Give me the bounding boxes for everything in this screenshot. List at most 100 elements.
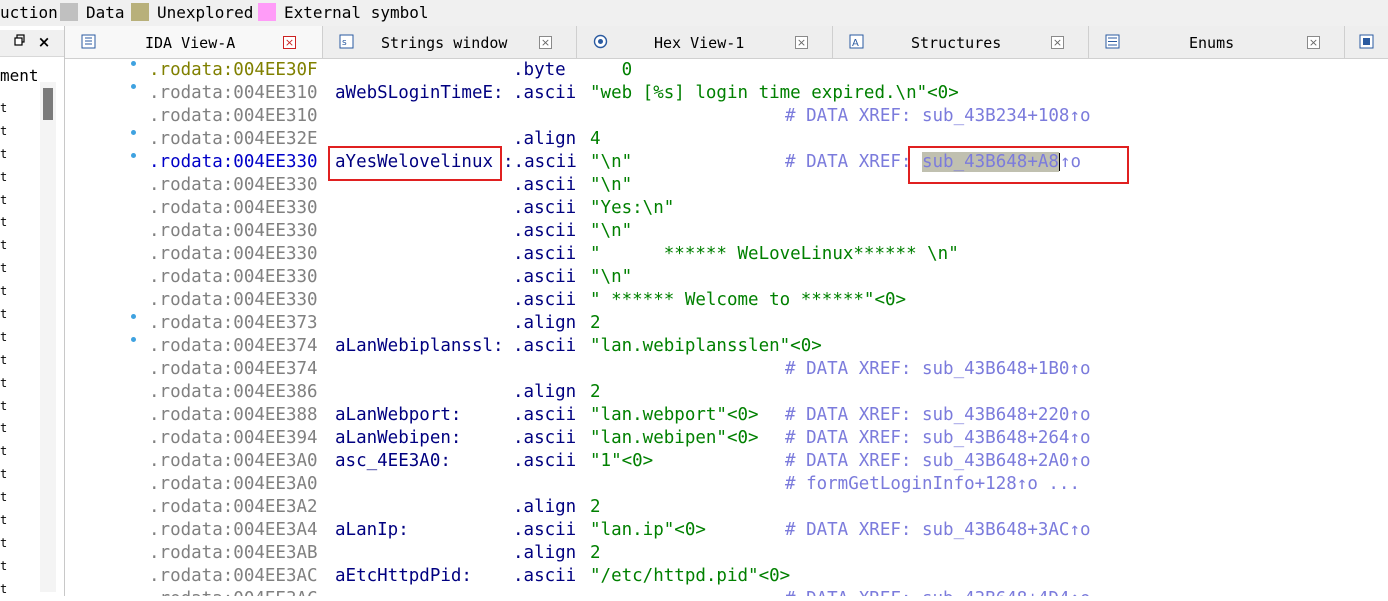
- panel-close-button[interactable]: ×: [36, 34, 52, 50]
- listing-line[interactable]: .rodata:004EE330 .ascii "Yes:\n": [65, 197, 1388, 220]
- breakpoint-dot-icon[interactable]: [131, 153, 136, 158]
- strings-icon: s: [339, 34, 354, 49]
- line-address: .rodata:004EE330: [149, 198, 318, 218]
- listing-line[interactable]: .rodata:004EE310 # DATA XREF: sub_43B234+…: [65, 105, 1388, 128]
- tab-label: Structures: [911, 34, 1002, 52]
- operand-value: "\n": [590, 221, 633, 241]
- functions-list-item[interactable]: t: [0, 349, 7, 372]
- functions-list-item[interactable]: t: [0, 326, 7, 349]
- line-address: .rodata:004EE330: [149, 221, 318, 241]
- listing-line[interactable]: .rodata:004EE310 aWebSLoginTimeE: .ascii "w…: [65, 82, 1388, 105]
- xref-comment[interactable]: # formGetLoginInfo+128↑o ...: [785, 474, 1080, 494]
- listing-line[interactable]: .rodata:004EE386 .align 2: [65, 381, 1388, 404]
- breakpoint-dot-icon[interactable]: [131, 84, 136, 89]
- directive: .align: [513, 313, 577, 333]
- functions-list-item[interactable]: t: [0, 234, 7, 257]
- scrollbar-thumb[interactable]: [43, 88, 53, 120]
- functions-list-item[interactable]: t: [0, 509, 7, 532]
- functions-list-item[interactable]: t: [0, 97, 7, 120]
- listing-line[interactable]: .rodata:004EE30F .byte 0: [65, 59, 1388, 82]
- listing-line[interactable]: .rodata:004EE330 .ascii "\n": [65, 174, 1388, 197]
- functions-list-item[interactable]: t: [0, 280, 7, 303]
- operand-value: "/etc/httpd.pid"<0>: [590, 566, 791, 586]
- functions-list-item[interactable]: t: [0, 555, 7, 578]
- line-address: .rodata:004EE310: [149, 83, 318, 103]
- tab-enums[interactable]: Enums ×: [1089, 26, 1345, 58]
- listing-line[interactable]: .rodata:004EE330 .ascii " ****** Welcome t…: [65, 289, 1388, 312]
- functions-list-item[interactable]: t: [0, 303, 7, 326]
- functions-list-item[interactable]: t: [0, 395, 7, 418]
- symbol-name[interactable]: aWebSLoginTimeE:: [335, 83, 504, 103]
- breakpoint-dot-icon[interactable]: [131, 314, 136, 319]
- tab-structures[interactable]: A Structures ×: [833, 26, 1089, 58]
- listing-line[interactable]: .rodata:004EE330 .ascii "\n": [65, 220, 1388, 243]
- functions-list-item[interactable]: t: [0, 463, 7, 486]
- tab-close-button[interactable]: ×: [283, 36, 296, 49]
- symbol-name[interactable]: asc_4EE3A0:: [335, 451, 451, 471]
- xref-comment[interactable]: # DATA XREF: sub_43B648+220↑o: [785, 405, 1091, 425]
- listing-line[interactable]: .rodata:004EE3A0 asc_4EE3A0: .ascii "1"<0> #…: [65, 450, 1388, 473]
- listing-line[interactable]: .rodata:004EE3AC aEtcHttpdPid: .ascii "/etc…: [65, 565, 1388, 588]
- breakpoint-dot-icon[interactable]: [131, 61, 136, 66]
- comment-text: # DATA XREF:: [785, 152, 922, 172]
- xref-comment[interactable]: # DATA XREF: sub_43B648+4D4↑o: [785, 589, 1091, 596]
- listing-line[interactable]: .rodata:004EE3AC # DATA XREF: sub_43B648+…: [65, 588, 1388, 596]
- functions-list-item[interactable]: t: [0, 440, 7, 463]
- operand-value: 2: [590, 497, 601, 517]
- tab-close-button[interactable]: ×: [795, 36, 808, 49]
- symbol-name[interactable]: aLanWebport:: [335, 405, 461, 425]
- operand-value: "\n": [590, 152, 633, 172]
- operand-value: 4: [590, 129, 601, 149]
- symbol-name[interactable]: aEtcHttpdPid:: [335, 566, 472, 586]
- functions-list-item[interactable]: t: [0, 417, 7, 440]
- listing-line[interactable]: .rodata:004EE3A0 # formGetLoginInfo+128↑o…: [65, 473, 1388, 496]
- breakpoint-dot-icon[interactable]: [131, 337, 136, 342]
- functions-list-item[interactable]: t: [0, 143, 7, 166]
- listing-line[interactable]: .rodata:004EE330 aYesWelovelinux:.ascii "\…: [65, 151, 1388, 174]
- symbol-name[interactable]: aLanWebipen:: [335, 428, 461, 448]
- listing-line[interactable]: .rodata:004EE373 .align 2: [65, 312, 1388, 335]
- tab-close-button[interactable]: ×: [1307, 36, 1320, 49]
- tab-hex-view-1[interactable]: Hex View-1 ×: [577, 26, 833, 58]
- functions-panel-scrollbar[interactable]: [40, 82, 56, 592]
- listing-line[interactable]: .rodata:004EE330 .ascii " ****** WeLoveLin…: [65, 243, 1388, 266]
- symbol-name[interactable]: aLanIp:: [335, 520, 409, 540]
- tab-ida-view-a[interactable]: IDA View-A ×: [65, 26, 323, 58]
- tab-close-button[interactable]: ×: [539, 36, 552, 49]
- listing-line[interactable]: .rodata:004EE3A4 aLanIp: .ascii "lan.ip"<0>…: [65, 519, 1388, 542]
- line-address: .rodata:004EE3AB: [149, 543, 318, 563]
- functions-list-item[interactable]: t: [0, 486, 7, 509]
- xref-comment[interactable]: # DATA XREF: sub_43B648+264↑o: [785, 428, 1091, 448]
- xref-comment[interactable]: # DATA XREF: sub_43B648+3AC↑o: [785, 520, 1091, 540]
- listing-line[interactable]: .rodata:004EE374 aLanWebiplanssl: .ascii "l…: [65, 335, 1388, 358]
- functions-list[interactable]: tttttttttttttttttttttt: [0, 97, 7, 601]
- functions-panel-title: ment: [0, 66, 39, 85]
- legend-label-data: Data: [86, 3, 125, 22]
- xref-comment[interactable]: # DATA XREF: sub_43B648+1B0↑o: [785, 359, 1091, 379]
- functions-list-item[interactable]: t: [0, 257, 7, 280]
- listing-line[interactable]: .rodata:004EE374 # DATA XREF: sub_43B648+…: [65, 358, 1388, 381]
- tab-strings-window[interactable]: s Strings window ×: [323, 26, 577, 58]
- functions-list-item[interactable]: t: [0, 578, 7, 601]
- functions-list-item[interactable]: t: [0, 120, 7, 143]
- xref-comment[interactable]: # DATA XREF: sub_43B648+2A0↑o: [785, 451, 1091, 471]
- listing-line[interactable]: .rodata:004EE330 .ascii "\n": [65, 266, 1388, 289]
- pin-icon[interactable]: [12, 34, 28, 50]
- breakpoint-dot-icon[interactable]: [131, 130, 136, 135]
- functions-list-item[interactable]: t: [0, 166, 7, 189]
- symbol-name[interactable]: aLanWebiplanssl:: [335, 336, 504, 356]
- functions-list-item[interactable]: t: [0, 372, 7, 395]
- functions-list-item[interactable]: t: [0, 532, 7, 555]
- listing-line[interactable]: .rodata:004EE3A2 .align 2: [65, 496, 1388, 519]
- tab-close-button[interactable]: ×: [1051, 36, 1064, 49]
- legend-swatch-data: [60, 3, 78, 21]
- listing-line[interactable]: .rodata:004EE32E .align 4: [65, 128, 1388, 151]
- listing-line[interactable]: .rodata:004EE388 aLanWebport: .ascii "lan.w…: [65, 404, 1388, 427]
- listing-line[interactable]: .rodata:004EE394 aLanWebipen: .ascii "lan.w…: [65, 427, 1388, 450]
- listing-line[interactable]: .rodata:004EE3AB .align 2: [65, 542, 1388, 565]
- functions-list-item[interactable]: t: [0, 211, 7, 234]
- tab-overflow[interactable]: [1345, 26, 1388, 58]
- functions-list-item[interactable]: t: [0, 189, 7, 212]
- xref-comment[interactable]: # DATA XREF: sub_43B234+108↑o: [785, 106, 1091, 126]
- disassembly-listing[interactable]: .rodata:004EE30F .byte 0 .rodata:004EE310 a…: [65, 59, 1388, 596]
